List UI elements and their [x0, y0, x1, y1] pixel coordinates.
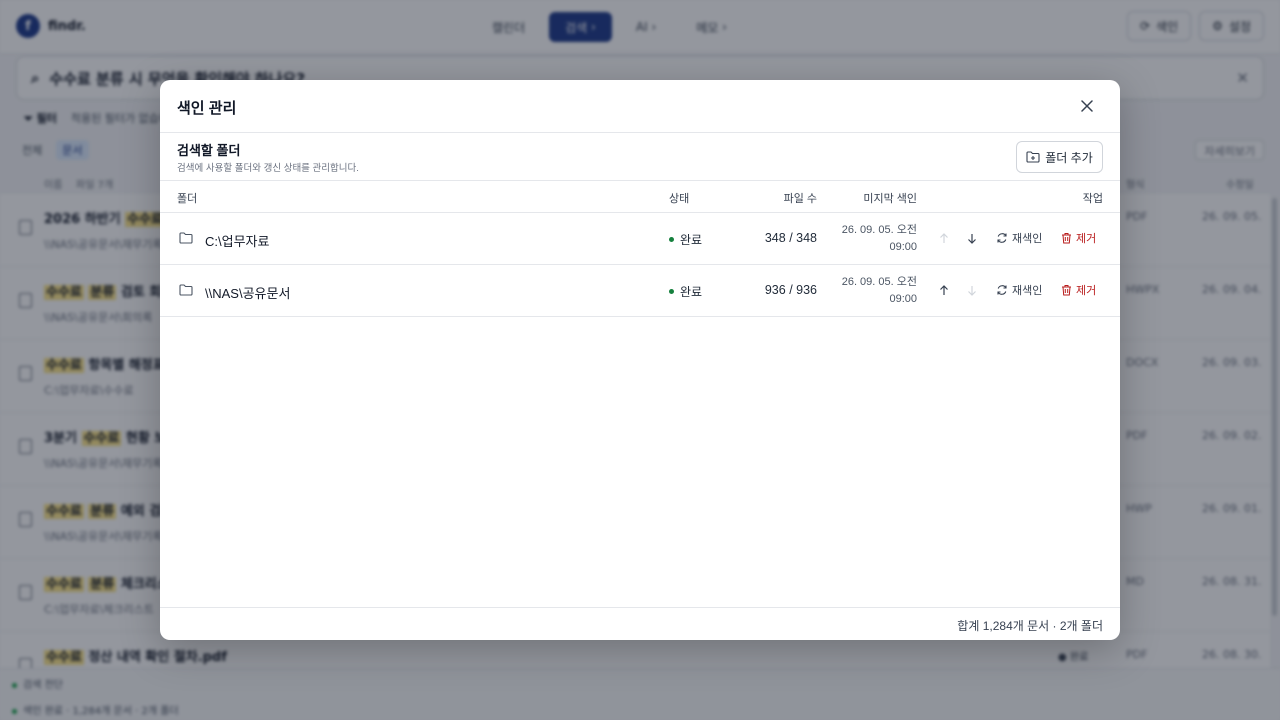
col-folder: 폴더 — [177, 193, 198, 205]
dialog-header: 색인 관리 — [160, 80, 1120, 133]
folder-icon — [179, 231, 193, 249]
move-up-button[interactable] — [936, 230, 952, 246]
status-text: 완료 — [680, 285, 703, 299]
move-down-button[interactable] — [964, 282, 980, 298]
folder-table-header: 폴더 상태 파일 수 미지막 색인 작업 — [160, 181, 1120, 213]
folder-icon — [179, 283, 193, 301]
folder-section-header: 검색할 폴더 검색에 사용할 폴더와 갱신 상태를 관리합니다. 폴더 추가 — [160, 133, 1120, 181]
status-dot — [669, 237, 674, 242]
remove-button[interactable]: 제거 — [1061, 282, 1096, 298]
remove-label: 제거 — [1076, 285, 1097, 297]
folder-row: C:\업무자료 완료 348 / 348 26. 09. 05. 오전 09:00… — [160, 213, 1120, 265]
add-folder-button[interactable]: 폴더 추가 — [1016, 141, 1103, 173]
close-button[interactable] — [1076, 95, 1098, 117]
reindex-label: 재색인 — [1012, 285, 1043, 297]
close-icon — [1081, 100, 1093, 112]
status-badge: 완료 — [669, 283, 702, 300]
last-indexed-time: 09:00 — [889, 293, 917, 305]
file-count: 936 / 936 — [764, 283, 817, 297]
add-folder-label: 폴더 추가 — [1045, 150, 1093, 165]
reindex-button[interactable]: 재색인 — [996, 230, 1042, 246]
index-management-dialog: 색인 관리 검색할 폴더 검색에 사용할 폴더와 갱신 상태를 관리합니다. 폴… — [160, 80, 1120, 640]
refresh-icon — [997, 233, 1007, 243]
dialog-title: 색인 관리 — [177, 100, 237, 117]
last-indexed-date: 26. 09. 05. 오전 — [841, 224, 917, 236]
folder-row: \\NAS\공유문서 완료 936 / 936 26. 09. 05. 오전 09… — [160, 265, 1120, 317]
status-dot — [669, 289, 674, 294]
section-title: 검색할 폴더 — [177, 143, 241, 158]
col-last-index: 미지막 색인 — [863, 193, 917, 205]
folder-path: \\NAS\공유문서 — [205, 286, 291, 301]
reindex-label: 재색인 — [1012, 233, 1043, 245]
arrow-up-icon — [940, 232, 948, 243]
move-up-button[interactable] — [936, 282, 952, 298]
last-indexed-date: 26. 09. 05. 오전 — [841, 276, 917, 288]
remove-button[interactable]: 제거 — [1061, 230, 1096, 246]
last-indexed: 26. 09. 05. 오전 09:00 — [842, 222, 917, 256]
status-text: 완료 — [680, 233, 703, 247]
move-down-button[interactable] — [964, 230, 980, 246]
section-description: 검색에 사용할 폴더와 갱신 상태를 관리합니다. — [177, 163, 359, 174]
arrow-down-icon — [968, 285, 976, 296]
folder-plus-icon — [1026, 151, 1040, 163]
last-indexed-time: 09:00 — [889, 241, 917, 253]
trash-icon — [1062, 233, 1071, 244]
reindex-button[interactable]: 재색인 — [996, 282, 1042, 298]
last-indexed: 26. 09. 05. 오전 09:00 — [842, 274, 917, 308]
total-summary: 합계 1,284개 문서 · 2개 폴더 — [957, 619, 1103, 633]
dialog-footer: 합계 1,284개 문서 · 2개 폴더 — [160, 607, 1120, 640]
col-file-count: 파일 수 — [783, 193, 817, 205]
trash-icon — [1062, 285, 1071, 296]
file-count: 348 / 348 — [764, 231, 817, 245]
refresh-icon — [997, 285, 1007, 295]
arrow-up-icon — [940, 284, 948, 295]
folder-path: C:\업무자료 — [205, 234, 270, 249]
remove-label: 제거 — [1076, 233, 1097, 245]
status-badge: 완료 — [669, 231, 702, 248]
col-action: 작업 — [1082, 193, 1103, 205]
arrow-down-icon — [968, 233, 976, 244]
col-status: 상태 — [669, 193, 690, 205]
